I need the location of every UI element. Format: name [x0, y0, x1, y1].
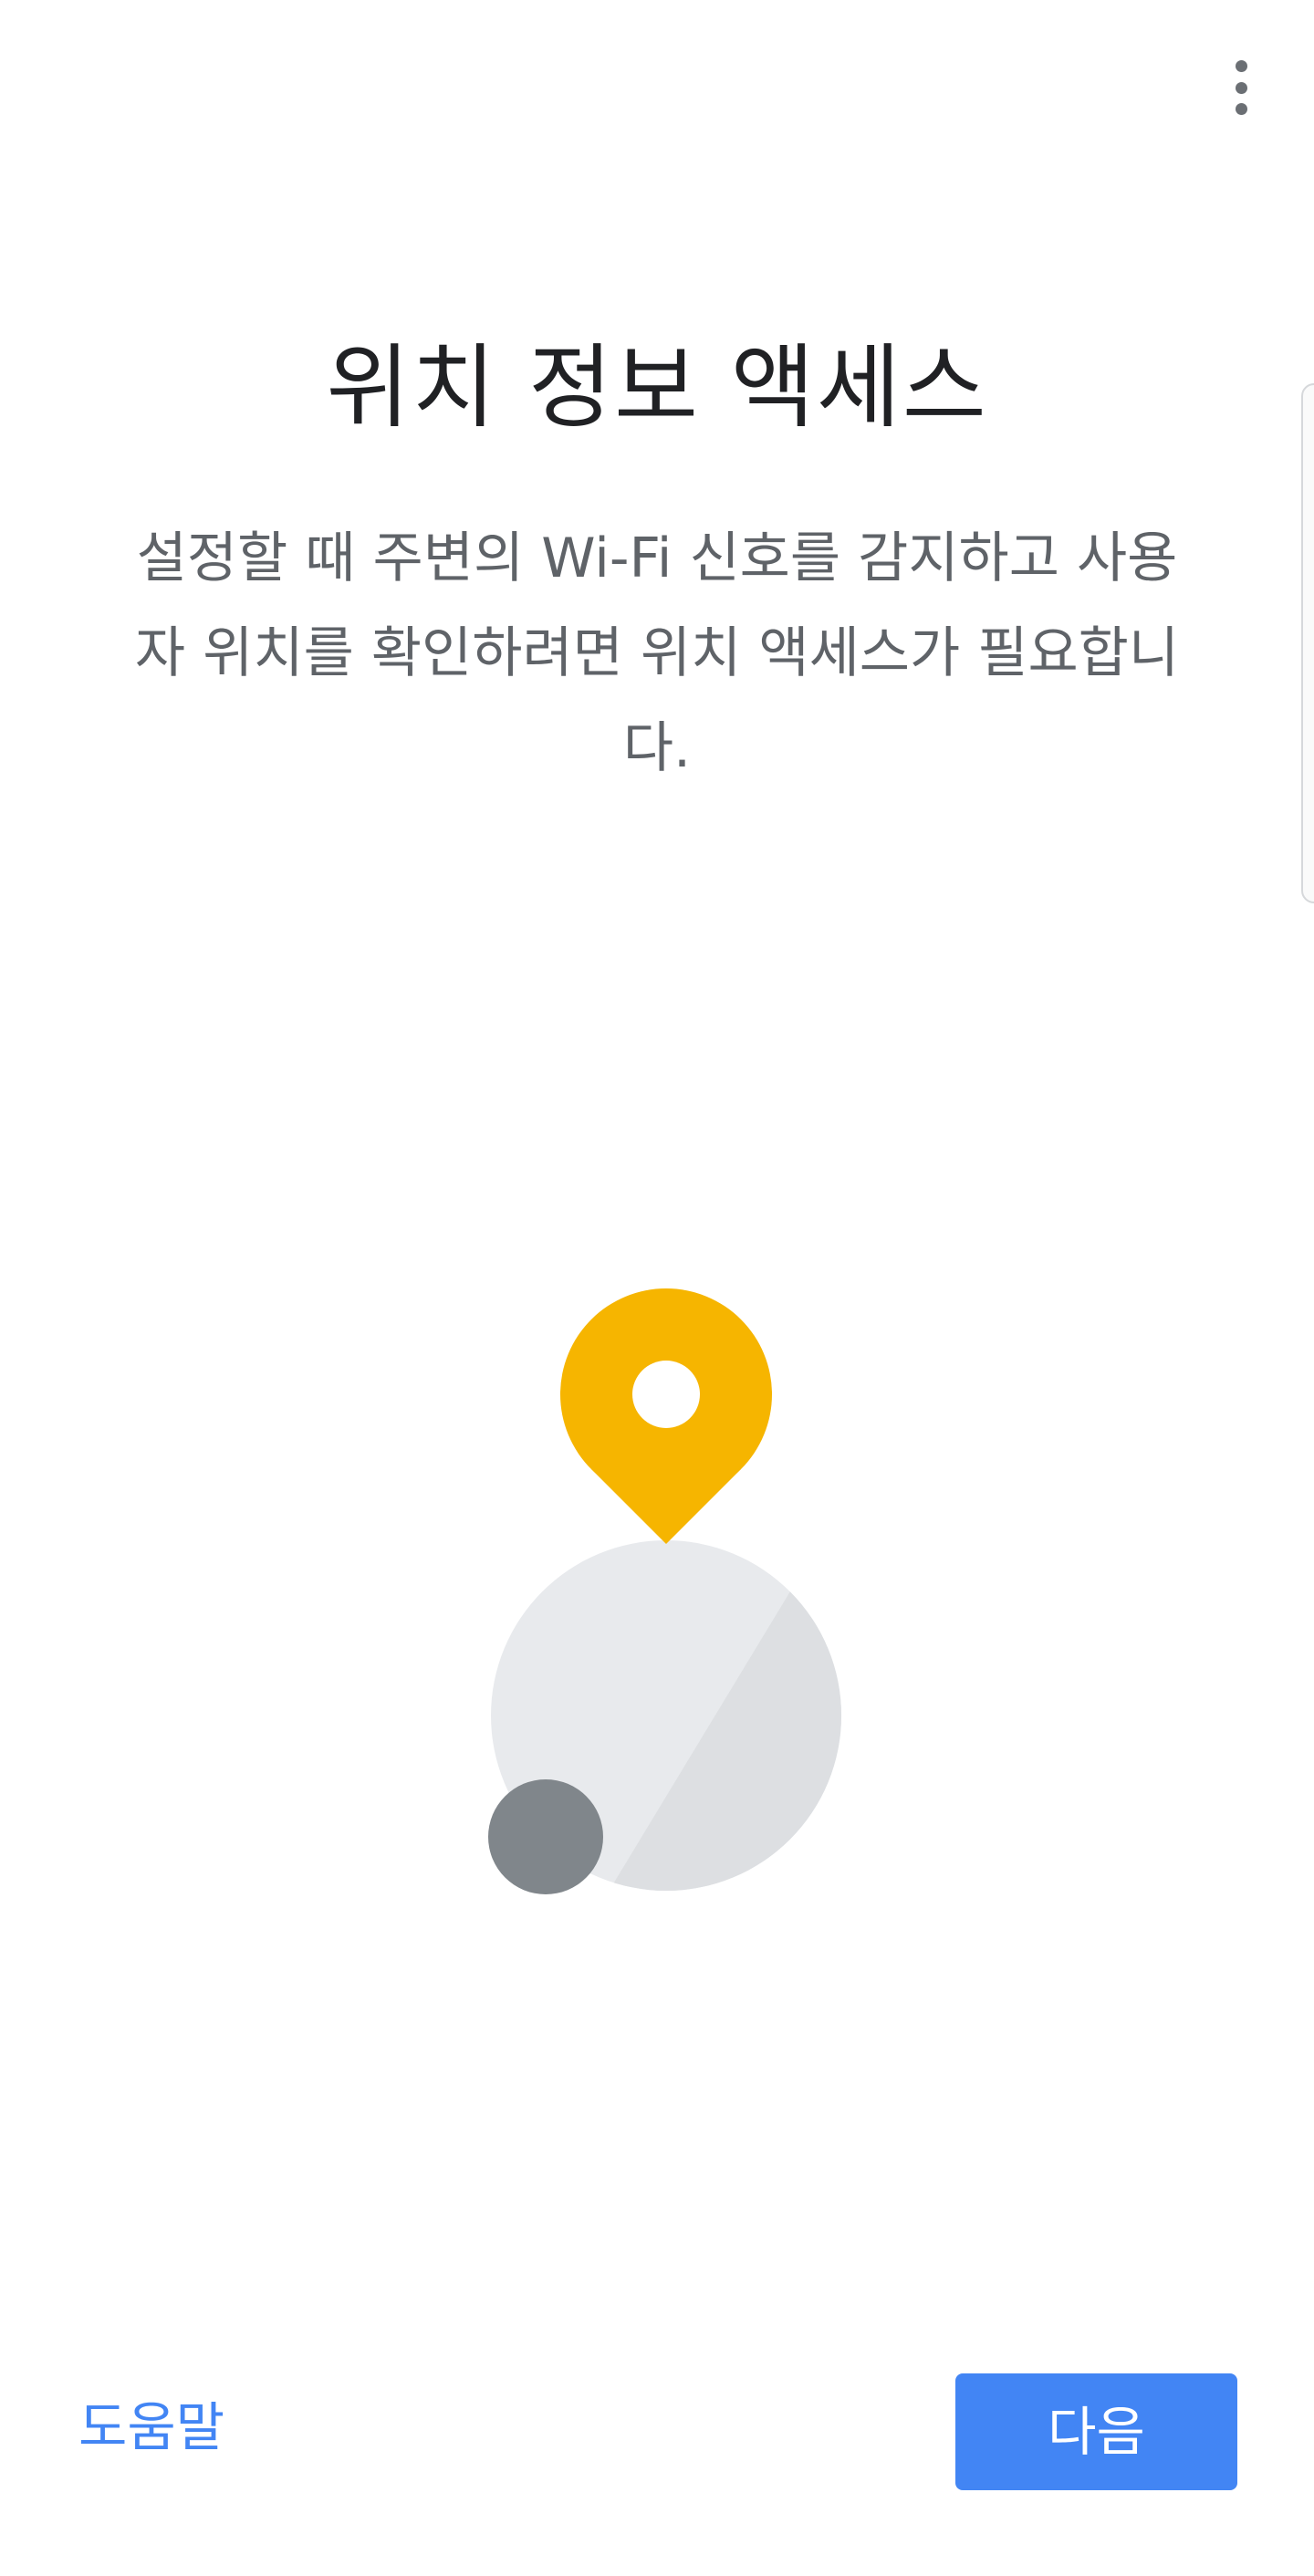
help-link[interactable]: 도움말 [78, 2386, 224, 2468]
next-button[interactable]: 다음 [955, 2373, 1237, 2490]
user-dot [488, 1779, 603, 1894]
menu-dot [1235, 81, 1247, 94]
edge-panel-handle[interactable] [1301, 383, 1314, 903]
page-description: 설정할 때 주변의 Wi-Fi 신호를 감지하고 사용자 위치를 확인하려면 위… [134, 527, 1180, 780]
more-vert-icon[interactable] [1219, 55, 1263, 120]
location-illustration [474, 1278, 858, 1907]
page-title: 위치 정보 액세스 [326, 334, 988, 441]
location-illustration-graphic [488, 1288, 841, 1894]
location-pin-icon [560, 1288, 772, 1544]
menu-dot [1235, 60, 1247, 72]
menu-dot [1235, 103, 1247, 115]
